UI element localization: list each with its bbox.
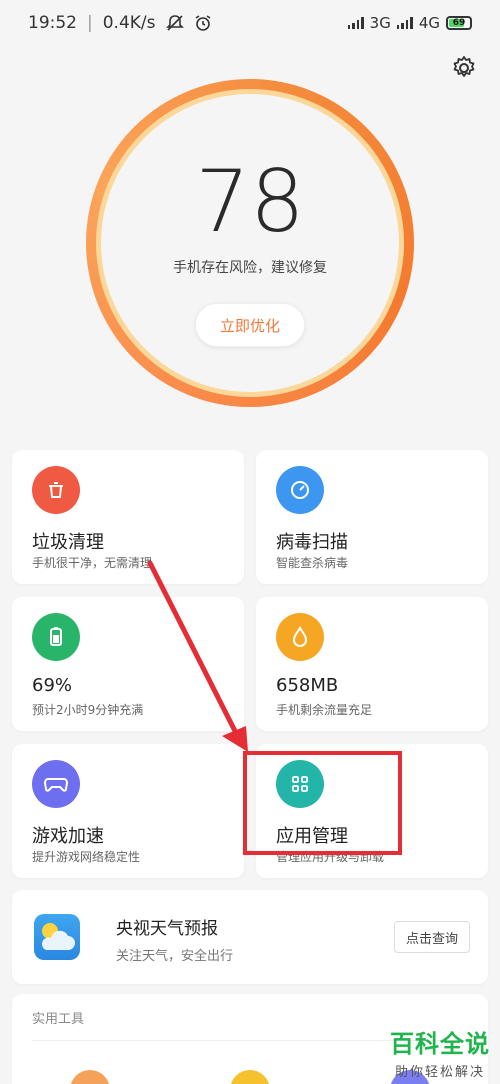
battery-level: 69	[452, 18, 466, 28]
score-message: 手机存在风险，建议修复	[173, 260, 327, 276]
tool-icon[interactable]	[230, 1070, 270, 1084]
tile-battery[interactable]: 69% 预计2小时9分钟充满	[12, 597, 244, 731]
alarm-icon	[195, 15, 210, 31]
tool-icon[interactable]	[70, 1070, 110, 1084]
tile-title: 游戏加速	[32, 826, 104, 847]
tile-subtitle: 智能查杀病毒	[276, 556, 349, 570]
status-divider: |	[87, 13, 93, 33]
annotation-highlight-box	[243, 751, 402, 855]
tile-cleanup[interactable]: 垃圾清理 手机很干净，无需清理	[12, 450, 244, 584]
watermark-logo: 百科全说 助你轻松解决	[390, 1024, 490, 1080]
score-panel: 78 手机存在风险，建议修复 立即优化	[86, 79, 414, 407]
tile-subtitle: 手机剩余流量充足	[276, 703, 373, 717]
optimize-button[interactable]: 立即优化	[195, 303, 305, 347]
weather-subtitle: 关注天气，安全出行	[116, 949, 234, 964]
gamepad-icon	[32, 760, 80, 808]
tile-virus-scan[interactable]: 病毒扫描 智能查杀病毒	[256, 450, 488, 584]
tile-title: 69%	[32, 675, 73, 696]
tile-subtitle: 预计2小时9分钟充满	[32, 703, 144, 717]
tile-subtitle: 手机很干净，无需清理	[32, 556, 153, 570]
battery-icon	[32, 613, 80, 661]
gear-icon	[453, 56, 475, 77]
security-score: 78	[195, 152, 305, 252]
network-4g: 4G	[418, 14, 440, 32]
trash-icon	[32, 466, 80, 514]
signal-icon	[396, 17, 413, 29]
tile-data-usage[interactable]: 658MB 手机剩余流量充足	[256, 597, 488, 731]
weather-card[interactable]: 央视天气预报 关注天气，安全出行 点击查询	[12, 890, 488, 984]
network-3g: 3G	[369, 14, 391, 32]
weather-app-icon	[34, 914, 80, 960]
gauge-icon	[276, 466, 324, 514]
weather-title: 央视天气预报	[116, 919, 218, 939]
watermark-title: 百科全说	[390, 1030, 490, 1058]
signal-icon	[347, 17, 364, 29]
status-bar: 19:52 | 0.4K/s 3G 4G 69	[0, 0, 500, 46]
battery-icon: 69	[446, 16, 472, 30]
drop-icon	[276, 613, 324, 661]
watermark-subtitle: 助你轻松解决	[394, 1065, 485, 1080]
tile-title: 垃圾清理	[32, 532, 104, 553]
mute-bell-icon	[165, 15, 184, 31]
tile-game-boost[interactable]: 游戏加速 提升游戏网络稳定性	[12, 744, 244, 878]
tile-subtitle: 提升游戏网络稳定性	[32, 850, 141, 864]
query-weather-button[interactable]: 点击查询	[394, 921, 470, 953]
settings-button[interactable]	[450, 54, 478, 82]
status-speed: 0.4K/s	[102, 13, 156, 33]
tile-title: 658MB	[276, 675, 339, 696]
tools-title: 实用工具	[32, 1012, 85, 1027]
tile-title: 病毒扫描	[276, 532, 348, 553]
status-time: 19:52	[28, 13, 77, 33]
